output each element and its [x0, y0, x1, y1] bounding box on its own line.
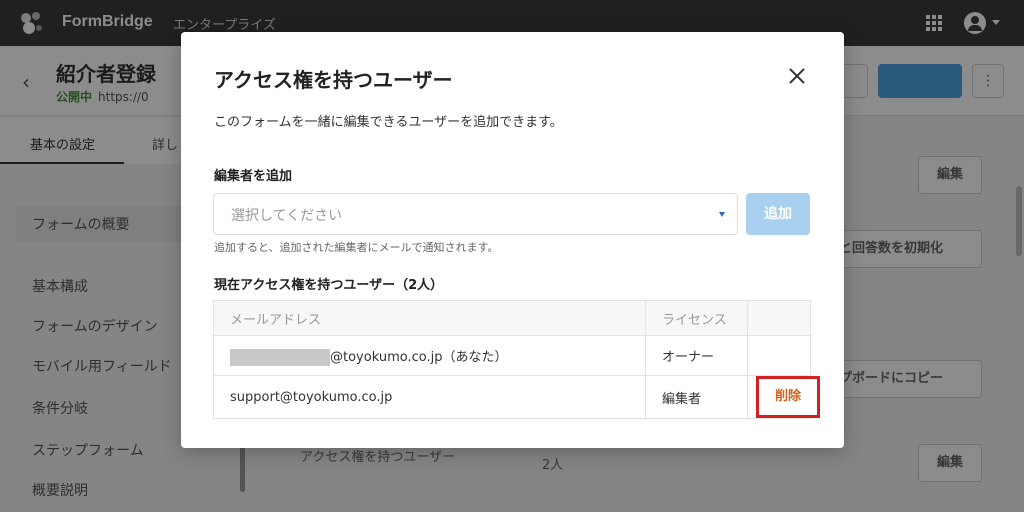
- dialog-title: アクセス権を持つユーザー: [214, 68, 453, 92]
- table-header-row: メールアドレス ライセンス: [213, 300, 811, 336]
- users-table: メールアドレス ライセンス @toyokumo.co.jp（あなた） オーナー …: [213, 300, 820, 419]
- user-email-cell: @toyokumo.co.jp（あなた）: [213, 335, 646, 376]
- add-editor-button[interactable]: 追加: [746, 193, 810, 235]
- dropdown-arrow-icon: [719, 212, 725, 217]
- redacted-email-block: [230, 348, 330, 366]
- delete-user-button[interactable]: 削除: [756, 376, 820, 418]
- column-header-action: [747, 300, 811, 336]
- add-editor-label: 編集者を追加: [214, 169, 293, 184]
- user-action: [747, 335, 811, 376]
- user-email: @toyokumo.co.jp（あなた）: [330, 349, 508, 365]
- table-row: @toyokumo.co.jp（あなた） オーナー: [213, 335, 811, 376]
- close-icon[interactable]: [787, 66, 807, 86]
- dialog-description: このフォームを一緒に編集できるユーザーを追加できます。: [214, 115, 563, 130]
- add-editor-helper: 追加すると、追加された編集者にメールで通知されます。: [214, 241, 499, 254]
- user-email: support@toyokumo.co.jp: [213, 375, 646, 419]
- user-license: 編集者: [645, 375, 748, 419]
- column-header-license: ライセンス: [645, 300, 748, 336]
- table-row: support@toyokumo.co.jp 編集者 削除: [213, 375, 820, 419]
- column-header-email: メールアドレス: [213, 300, 646, 336]
- editor-select-placeholder: 選択してください: [231, 208, 343, 224]
- user-action-cell: 削除: [747, 375, 820, 419]
- editor-select[interactable]: 選択してください: [213, 193, 738, 235]
- user-license: オーナー: [645, 335, 748, 376]
- access-users-dialog: アクセス権を持つユーザー このフォームを一緒に編集できるユーザーを追加できます。…: [181, 32, 844, 448]
- current-users-label: 現在アクセス権を持つユーザー（2人）: [214, 278, 444, 293]
